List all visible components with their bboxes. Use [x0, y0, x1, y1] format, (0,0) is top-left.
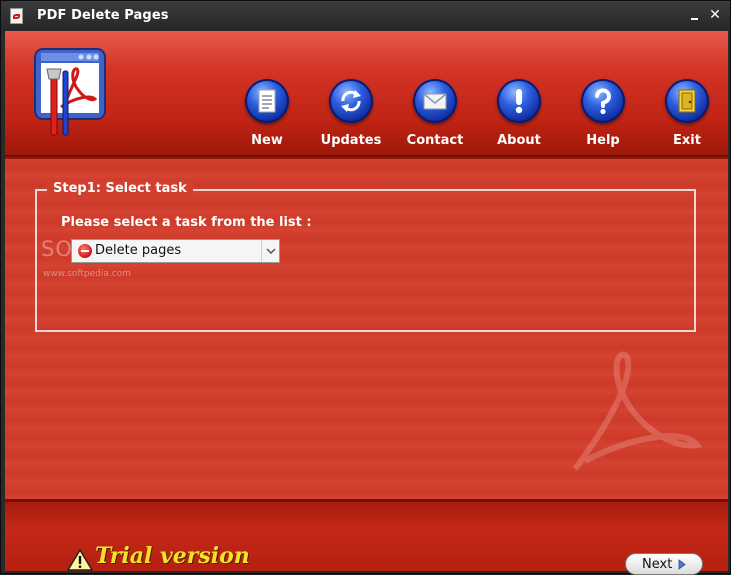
refresh-icon [341, 90, 361, 112]
selected-task: Delete pages [95, 243, 182, 258]
main-content: New Updates Contact About Help Exit Step… [5, 31, 728, 575]
close-button[interactable]: ✕ [707, 7, 723, 23]
app-window: PDF Delete Pages ✕ New Updates Contact A… [0, 0, 731, 575]
pdf-tools-logo-icon [34, 48, 106, 136]
toolbar-item-label: Exit [673, 133, 701, 148]
warning-icon [67, 549, 93, 571]
toolbar-item-label: Contact [406, 133, 464, 148]
toolbar-item-label: Help [586, 133, 620, 148]
toolbar-new-button[interactable]: New [227, 79, 307, 153]
pdf-app-icon [10, 8, 23, 24]
toolbar-updates-button[interactable]: Updates [311, 79, 391, 153]
minimize-button[interactable] [687, 7, 703, 23]
door-icon [678, 89, 696, 113]
window-title: PDF Delete Pages [37, 8, 169, 23]
step-title: Step1: Select task [47, 181, 193, 196]
envelope-icon [423, 93, 447, 110]
watermark-url: www.softpedia.com [43, 269, 131, 279]
toolbar-contact-button[interactable]: Contact [395, 79, 475, 153]
toolbar-item-label: About [497, 133, 541, 148]
toolbar-about-button[interactable]: About [479, 79, 559, 153]
acrobat-watermark-icon [572, 351, 703, 471]
task-dropdown[interactable]: Delete pages [71, 239, 280, 263]
toolbar-exit-button[interactable]: Exit [647, 79, 727, 153]
delete-icon [78, 244, 92, 258]
toolbar-help-button[interactable]: Help [563, 79, 643, 153]
document-icon [258, 89, 276, 113]
question-icon [595, 88, 611, 115]
title-bar[interactable]: PDF Delete Pages ✕ [1, 1, 730, 31]
chevron-down-icon [266, 248, 276, 254]
task-prompt-label: Please select a task from the list : [61, 215, 312, 230]
toolbar-item-label: New [251, 133, 283, 148]
trial-version-label: Trial version [95, 543, 250, 569]
next-button[interactable]: Next [625, 553, 703, 575]
toolbar-item-label: Updates [320, 133, 382, 148]
exclamation-icon [515, 89, 523, 114]
arrow-right-icon [678, 559, 686, 570]
next-button-label: Next [642, 557, 673, 572]
dropdown-arrow[interactable] [261, 240, 279, 262]
